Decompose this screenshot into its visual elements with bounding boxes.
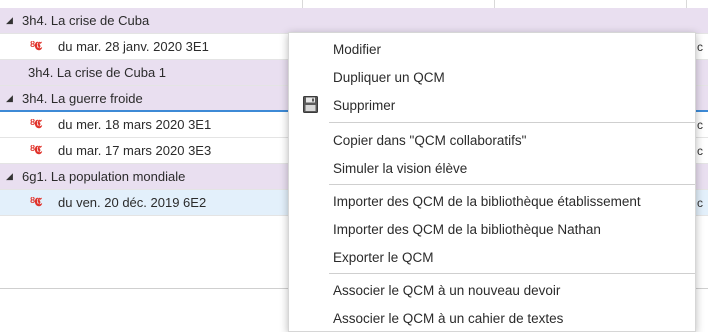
menu-item-dupliquer[interactable]: Dupliquer un QCM	[289, 64, 695, 90]
qcm-icon: ᴽ𝕮	[30, 39, 42, 53]
menu-item-importer-nathan[interactable]: Importer des QCM de la bibliothèque Nath…	[289, 216, 695, 242]
menu-item-label: Modifier	[333, 41, 382, 57]
menu-item-associer-cahier[interactable]: Associer le QCM à un cahier de textes	[289, 305, 695, 331]
menu-separator	[329, 184, 695, 185]
menu-item-label: Copier dans "QCM collaboratifs"	[333, 132, 527, 148]
clipped-cell-text: c	[697, 118, 703, 132]
menu-item-importer-etablissement[interactable]: Importer des QCM de la bibliothèque étab…	[289, 188, 695, 214]
menu-item-label: Simuler la vision élève	[333, 160, 468, 176]
menu-item-label: Exporter le QCM	[333, 249, 434, 265]
clipped-cell-text: c	[697, 144, 703, 158]
menu-item-exporter[interactable]: Exporter le QCM	[289, 244, 695, 270]
menu-item-label: Associer le QCM à un cahier de textes	[333, 310, 564, 326]
menu-item-label: Importer des QCM de la bibliothèque étab…	[333, 193, 641, 209]
menu-item-label: Dupliquer un QCM	[333, 69, 445, 85]
group-label: 3h4. La crise de Cuba	[22, 13, 150, 28]
expand-triangle-icon[interactable]: ◢	[0, 15, 22, 26]
menu-item-copier-collaboratifs[interactable]: Copier dans "QCM collaboratifs"	[289, 127, 695, 153]
group-label: 6g1. La population mondiale	[22, 169, 186, 184]
item-label: du ven. 20 déc. 2019 6E2	[58, 195, 207, 210]
clipped-cell-text: c	[697, 40, 703, 54]
clipped-cell-text: c	[697, 196, 703, 210]
menu-item-associer-devoir[interactable]: Associer le QCM à un nouveau devoir	[289, 277, 695, 303]
item-label: du mer. 18 mars 2020 3E1	[58, 117, 212, 132]
menu-item-label: Importer des QCM de la bibliothèque Nath…	[333, 221, 601, 237]
floppy-disk-icon	[303, 96, 318, 113]
menu-item-modifier[interactable]: Modifier	[289, 36, 695, 62]
expand-triangle-icon[interactable]: ◢	[0, 171, 22, 182]
qcm-icon: ᴽ𝕮	[30, 143, 42, 157]
menu-separator	[329, 122, 695, 123]
group-label: 3h4. La guerre froide	[22, 90, 143, 106]
qcm-icon: ᴽ𝕮	[30, 195, 42, 209]
item-label: du mar. 28 janv. 2020 3E1	[58, 39, 209, 54]
tree-group-row[interactable]: ◢ 3h4. La crise de Cuba	[0, 8, 708, 34]
menu-item-supprimer[interactable]: Supprimer	[289, 92, 695, 118]
menu-separator	[329, 273, 695, 274]
context-menu: Modifier Dupliquer un QCM Supprimer Copi…	[288, 32, 696, 332]
menu-item-simuler-vision[interactable]: Simuler la vision élève	[289, 155, 695, 181]
menu-item-label: Supprimer	[333, 97, 396, 113]
qcm-icon: ᴽ𝕮	[30, 117, 42, 131]
menu-item-label: Associer le QCM à un nouveau devoir	[333, 282, 561, 298]
item-label: du mar. 17 mars 2020 3E3	[58, 143, 212, 158]
expand-triangle-icon[interactable]: ◢	[0, 93, 22, 104]
group-label: 3h4. La crise de Cuba 1	[28, 65, 167, 80]
